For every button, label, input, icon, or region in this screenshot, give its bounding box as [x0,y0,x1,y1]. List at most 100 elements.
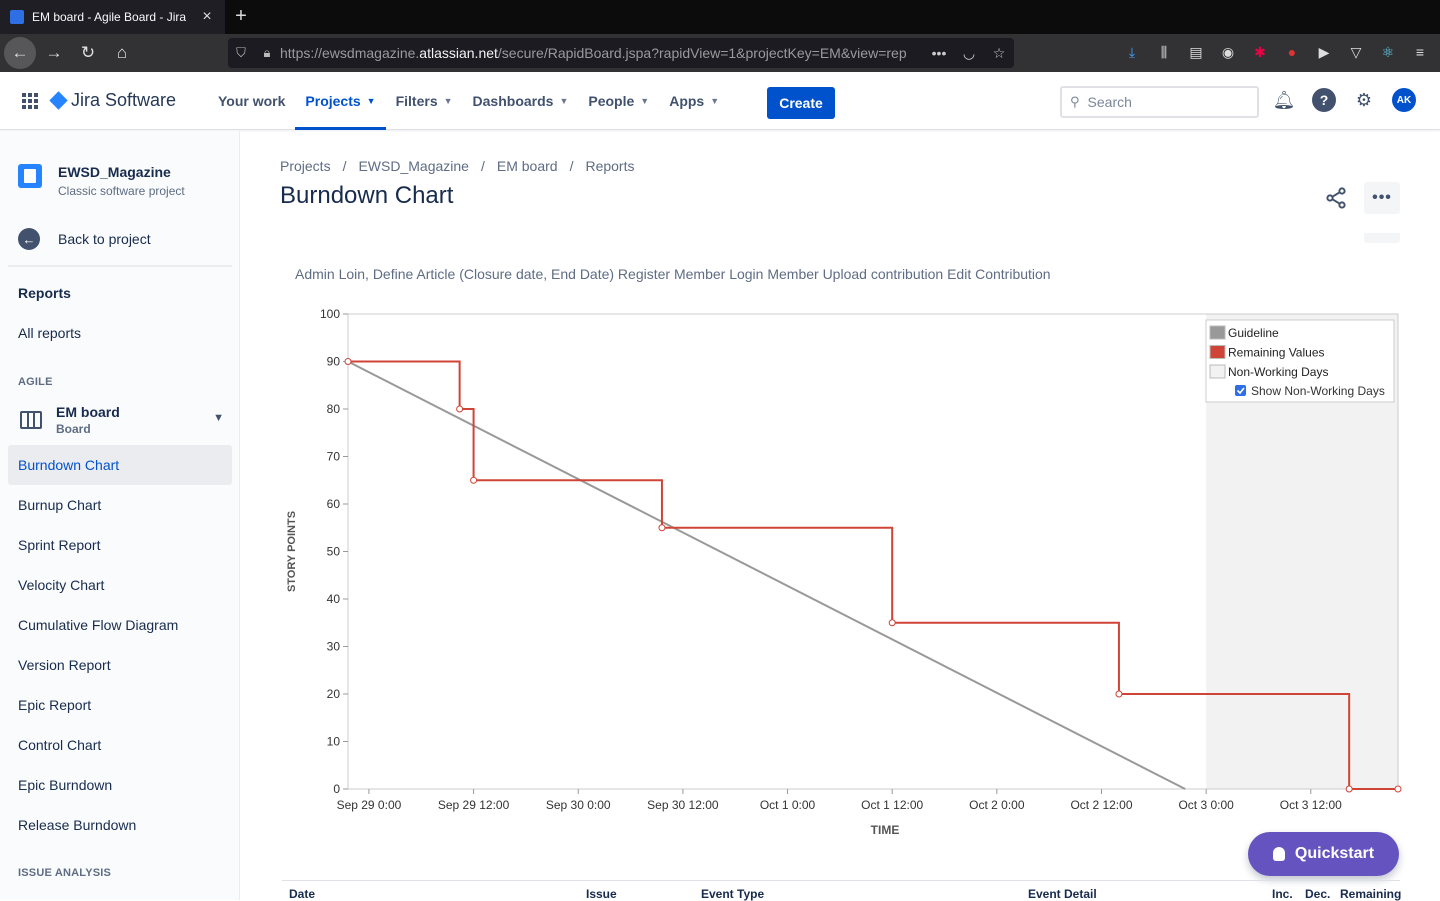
burndown-chart: 0 10 20 30 40 50 60 70 80 90 100 Sep 29 0:00 Sep 29 … [286,307,1402,837]
col-dec: Dec. [1305,887,1331,901]
nav-dashboards[interactable]: Dashboards ▼ [463,72,579,130]
settings-gear-icon[interactable]: ⚙ [1352,88,1376,112]
report-release-burndown[interactable]: Release Burndown [8,805,232,845]
help-icon[interactable]: ? [1312,88,1336,112]
menu-icon[interactable]: ≡ [1408,40,1432,64]
report-version-report[interactable]: Version Report [8,645,232,685]
y-tick-label: 40 [327,592,341,606]
x-tick-label: Oct 3 0:00 [1178,798,1234,812]
jira-logo[interactable]: Jira Software [49,90,176,111]
browser-tab[interactable]: EM board - Agile Board - Jira × [0,0,225,34]
extension-red-icon[interactable]: ● [1280,40,1304,64]
nav-apps[interactable]: Apps ▼ [659,72,729,130]
nav-your-work[interactable]: Your work [208,72,295,130]
arrow-left-icon: ← [18,228,40,250]
url-text[interactable]: https://ewsdmagazine.atlassian.net/secur… [280,45,924,61]
all-reports-link[interactable]: All reports [18,325,81,341]
extension-vue-icon[interactable]: ▽ [1344,40,1368,64]
project-name: EWSD_Magazine [58,164,171,180]
report-epic-burndown[interactable]: Epic Burndown [8,765,232,805]
back-arrow-icon[interactable]: ← [4,37,36,69]
back-to-project-link[interactable]: ← Back to project [18,228,151,250]
jira-favicon-icon [10,10,24,24]
more-actions-button[interactable]: ••• [1364,182,1400,214]
y-axis-title: STORY POINTS [286,511,298,592]
remaining-point [658,524,666,532]
y-tick-label: 70 [327,450,341,464]
extension-react-icon[interactable]: ⚛ [1376,40,1400,64]
bookmark-star-icon[interactable]: ☆ [984,45,1014,62]
url-bar[interactable]: ⛉ 🔒︎ https://ewsdmagazine.atlassian.net/… [228,38,1014,68]
remaining-point [888,619,896,627]
account-icon[interactable]: ◉ [1216,40,1240,64]
extension-play-icon[interactable]: ▶ [1312,40,1336,64]
y-tick-label: 30 [327,640,341,654]
chevron-down-icon: ▼ [559,96,569,106]
remaining-point [1394,785,1402,793]
tab-title: EM board - Agile Board - Jira [32,10,187,24]
report-cumulative-flow[interactable]: Cumulative Flow Diagram [8,605,232,645]
remaining-point [470,476,478,484]
close-tab-icon[interactable]: × [199,8,215,26]
report-control-chart[interactable]: Control Chart [8,725,232,765]
y-tick-label: 60 [327,497,341,511]
notifications-icon[interactable]: 🔔︎ [1272,88,1296,112]
avatar[interactable]: AK [1392,88,1416,112]
sidebar-toggle-icon[interactable]: ▤ [1184,40,1208,64]
top-menu: Your work Projects ▼ Filters ▼ Dashboards ▼… [208,72,729,130]
report-burndown-chart[interactable]: Burndown Chart [8,445,232,485]
nav-projects[interactable]: Projects ▼ [295,72,386,130]
shield-icon[interactable]: ⛉ [228,45,254,61]
extension-figma-icon[interactable]: ✱ [1248,40,1272,64]
report-sprint-report[interactable]: Sprint Report [8,525,232,565]
col-event-type: Event Type [701,887,765,901]
remaining-point [344,358,352,365]
legend-label: Remaining Values [1228,346,1325,360]
legend-swatch [1209,325,1226,340]
page-actions-icon[interactable]: ••• [924,45,954,61]
chevron-down-icon: ▼ [640,96,650,106]
search-input[interactable]: ⚲ Search [1060,86,1259,118]
breadcrumb-board[interactable]: EM board [497,158,558,174]
project-avatar [18,164,42,188]
quickstart-button[interactable]: Quickstart [1248,832,1399,876]
report-velocity-chart[interactable]: Velocity Chart [8,565,232,605]
report-list: Burndown Chart Burnup Chart Sprint Repor… [8,445,232,845]
breadcrumb-projects[interactable]: Projects [280,158,331,174]
remaining-point [1115,690,1123,698]
board-sub: Board [56,422,91,436]
forward-arrow-icon[interactable]: → [38,37,70,69]
pocket-icon[interactable]: ◡ [954,45,984,62]
new-tab-icon[interactable]: + [230,4,252,28]
remaining-point [1345,785,1353,793]
download-icon[interactable]: ⤓ [1120,40,1144,64]
legend-swatch [1209,364,1226,379]
breadcrumb-reports[interactable]: Reports [585,158,634,174]
share-icon[interactable] [1324,186,1348,210]
breadcrumb-project[interactable]: EWSD_Magazine [358,158,469,174]
quickstart-label: Quickstart [1294,845,1375,862]
home-icon[interactable]: ⌂ [106,37,138,69]
x-tick-label: Sep 29 12:00 [438,798,510,812]
y-tick-label: 50 [327,545,341,559]
col-event-detail: Event Detail [1028,887,1097,901]
legend-label: Guideline [1228,326,1279,340]
col-date: Date [289,887,316,901]
sprint-goal: Admin Loin, Define Article (Closure date… [295,266,1051,282]
app-switcher-icon[interactable] [22,93,38,109]
library-icon[interactable]: ⫼ [1152,40,1176,64]
project-header[interactable]: EWSD_Magazine Classic software project [18,164,185,198]
breadcrumb: Projects / EWSD_Magazine / EM board / Repor… [280,158,635,174]
chevron-down-icon: ▼ [366,96,376,106]
show-non-working-checkbox[interactable] [1235,385,1246,396]
report-epic-report[interactable]: Epic Report [8,685,232,725]
reload-icon[interactable]: ↻ [72,37,104,69]
x-tick-label: Sep 29 0:00 [337,798,402,812]
create-button[interactable]: Create [767,87,835,119]
nav-filters[interactable]: Filters ▼ [386,72,463,130]
report-burnup-chart[interactable]: Burnup Chart [8,485,232,525]
nav-people[interactable]: People ▼ [578,72,659,130]
board-selector[interactable]: EM board Board ▼ [20,404,230,436]
reports-heading: Reports [18,285,71,301]
lock-icon[interactable]: 🔒︎ [254,45,280,61]
